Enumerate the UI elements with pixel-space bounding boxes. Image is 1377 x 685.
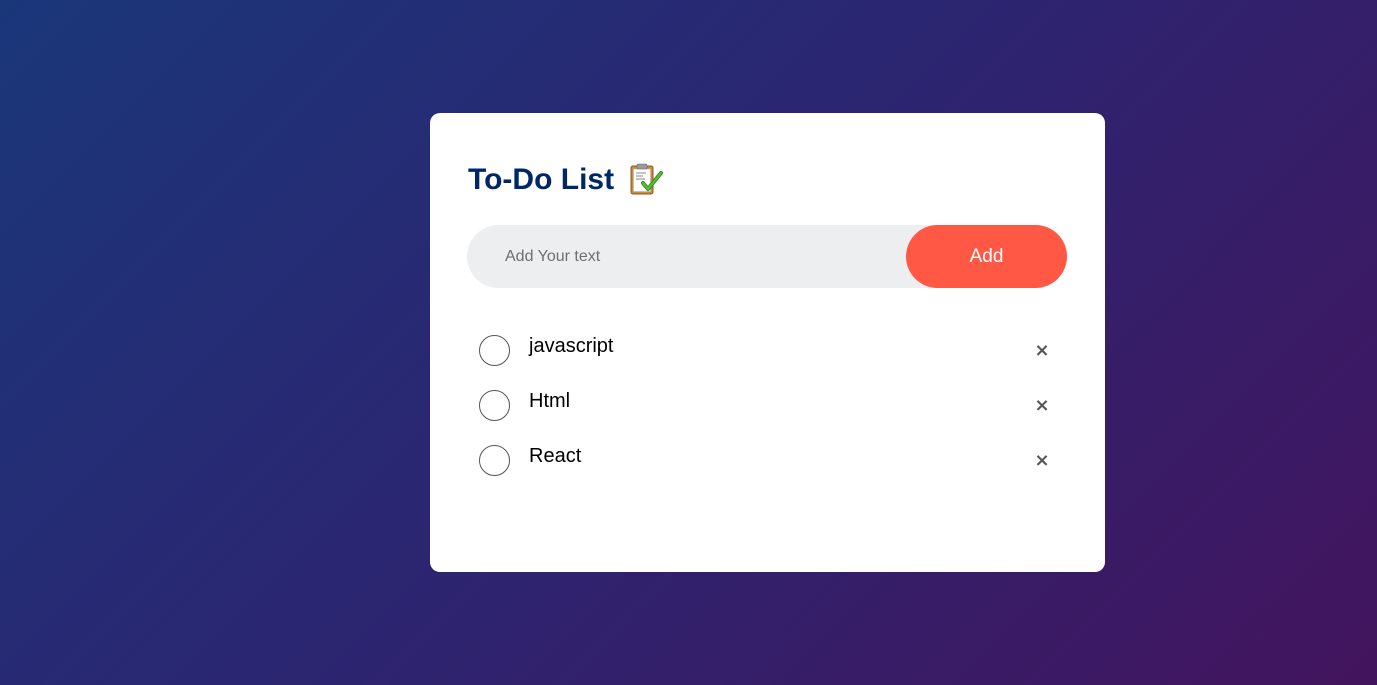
- title-row: To-Do List: [468, 161, 664, 199]
- list-item[interactable]: React ×: [467, 436, 1067, 491]
- close-icon[interactable]: ×: [1027, 446, 1057, 476]
- task-label: javascript: [529, 335, 614, 357]
- task-label: Html: [529, 390, 571, 412]
- list-item[interactable]: javascript ×: [467, 326, 1067, 381]
- clipboard-check-icon: [628, 162, 664, 198]
- unchecked-circle-icon[interactable]: [479, 390, 510, 421]
- unchecked-circle-icon[interactable]: [479, 445, 510, 476]
- add-task-row: Add: [467, 225, 1067, 288]
- list-item[interactable]: Html ×: [467, 381, 1067, 436]
- add-button[interactable]: Add: [906, 225, 1067, 288]
- close-icon[interactable]: ×: [1027, 336, 1057, 366]
- page-title: To-Do List: [468, 163, 615, 196]
- task-input[interactable]: [467, 225, 906, 288]
- close-icon[interactable]: ×: [1027, 391, 1057, 421]
- todo-card: To-Do List Add javascript × Html: [430, 113, 1105, 572]
- task-list: javascript × Html × React ×: [467, 326, 1067, 491]
- task-label: React: [529, 445, 582, 467]
- unchecked-circle-icon[interactable]: [479, 335, 510, 366]
